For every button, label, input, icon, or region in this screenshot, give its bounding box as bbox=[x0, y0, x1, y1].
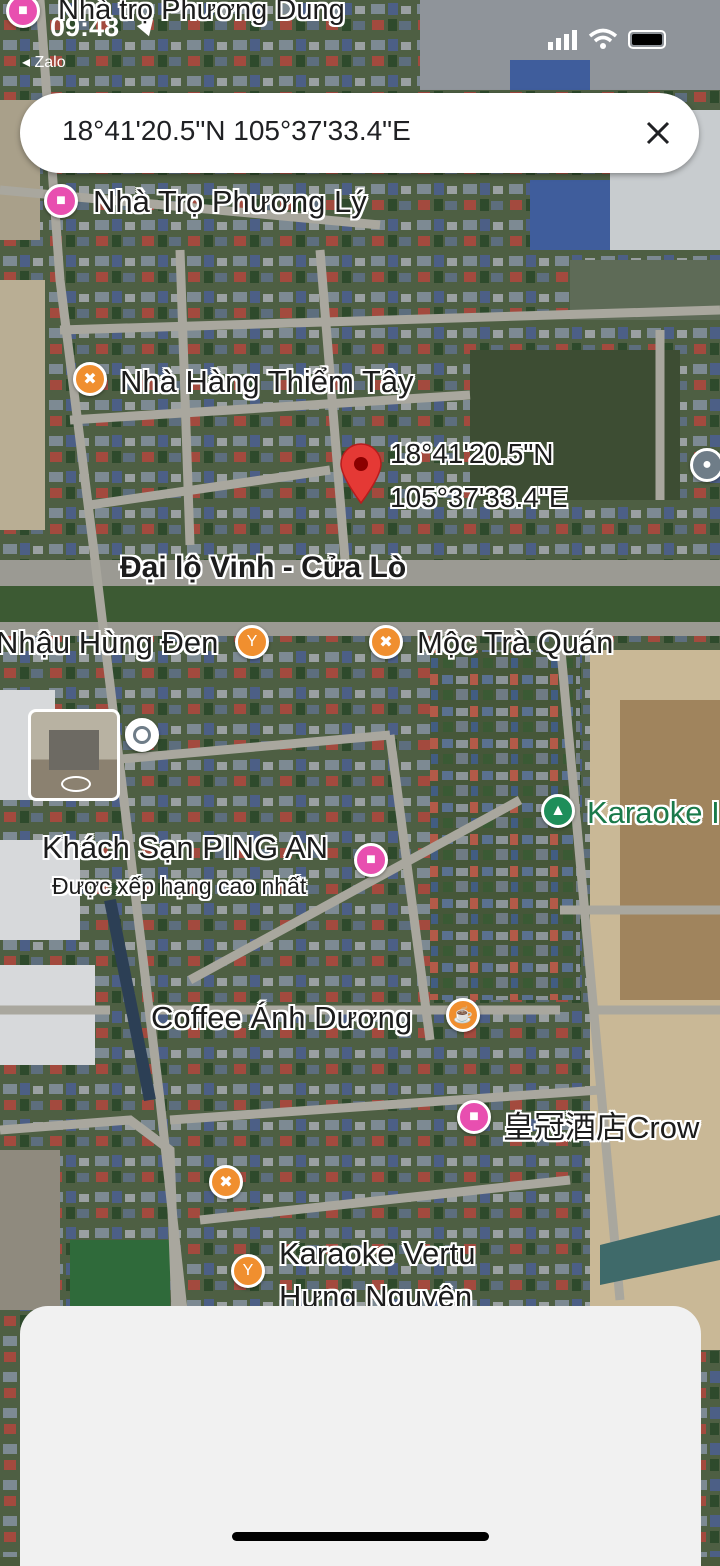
road-name: Đại lộ Vinh - Cửa Lò bbox=[120, 551, 407, 584]
place-label[interactable]: Mộc Trà Quán bbox=[417, 625, 613, 661]
back-to-app-link[interactable]: ◂ Zalo bbox=[22, 52, 66, 72]
place-label[interactable]: Karaoke Vertu bbox=[279, 1236, 475, 1272]
bar-icon[interactable]: Y bbox=[235, 625, 269, 659]
rotate-360-icon bbox=[61, 776, 91, 792]
place-label[interactable]: Nhà trọ Phương Dung bbox=[58, 0, 345, 27]
close-icon[interactable] bbox=[642, 117, 674, 149]
search-query-text[interactable]: 18°41'20.5"N 105°37'33.4"E bbox=[62, 115, 411, 147]
place-label[interactable]: Coffee Ánh Dương bbox=[151, 1000, 412, 1036]
lodging-icon[interactable]: ■ bbox=[44, 184, 78, 218]
pin-longitude: 105°37'33.4"E bbox=[390, 482, 568, 513]
restaurant-icon[interactable]: ✖ bbox=[73, 362, 107, 396]
place-label[interactable]: 皇冠酒店Crow bbox=[503, 1102, 699, 1147]
place-rating-note: Được xếp hạng cao nhất bbox=[52, 873, 307, 899]
place-label[interactable]: Nhà Trọ Phương Lý bbox=[93, 184, 367, 220]
place-label[interactable]: Nhậu Hùng Đen bbox=[0, 625, 218, 661]
lodging-icon[interactable]: ■ bbox=[457, 1100, 491, 1134]
place-marker-icon[interactable] bbox=[125, 718, 159, 752]
cafe-icon[interactable]: ☕ bbox=[446, 998, 480, 1032]
wifi-icon bbox=[588, 28, 618, 49]
lodging-icon[interactable]: ■ bbox=[354, 843, 388, 877]
park-icon[interactable]: ▲ bbox=[541, 794, 575, 828]
bar-icon[interactable]: Y bbox=[231, 1254, 265, 1288]
bottom-sheet[interactable] bbox=[20, 1306, 701, 1566]
pin-latitude: 18°41'20.5"N bbox=[390, 438, 554, 469]
restaurant-icon[interactable]: ✖ bbox=[209, 1165, 243, 1199]
place-label[interactable]: Nhà Hàng Thiểm Tây bbox=[120, 364, 414, 400]
search-bar[interactable]: 18°41'20.5"N 105°37'33.4"E bbox=[20, 93, 699, 173]
place-marker-icon[interactable]: ● bbox=[690, 448, 720, 482]
home-indicator[interactable] bbox=[232, 1532, 489, 1541]
street-view-thumbnail[interactable] bbox=[28, 709, 120, 801]
battery-icon bbox=[628, 30, 666, 49]
restaurant-icon[interactable]: ✖ bbox=[369, 625, 403, 659]
location-pin-icon[interactable] bbox=[338, 443, 384, 505]
place-label[interactable]: Khách Sạn PING AN bbox=[42, 830, 328, 866]
place-label[interactable]: Karaoke I bbox=[587, 795, 720, 831]
signal-bars-icon bbox=[548, 28, 580, 50]
